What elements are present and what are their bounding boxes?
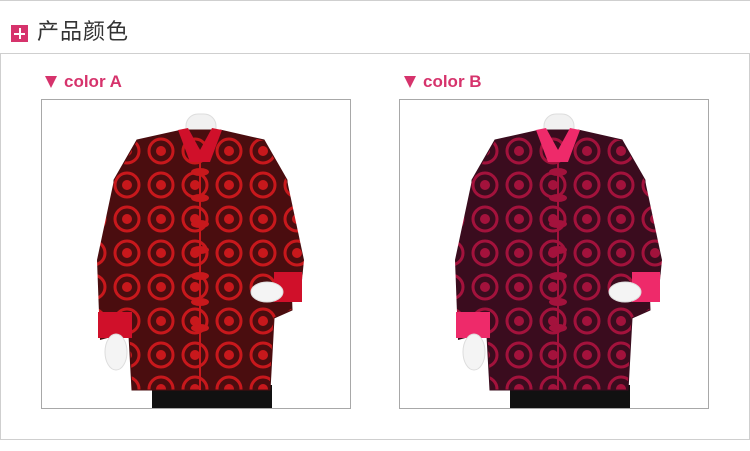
triangle-down-icon	[404, 75, 416, 88]
plus-icon	[11, 25, 28, 42]
variant-a-label: color A	[45, 72, 122, 92]
variant-b-image[interactable]	[399, 99, 709, 409]
section-header: 产品颜色	[0, 0, 750, 54]
jacket-photo	[455, 113, 662, 408]
variant-b-label: color B	[404, 72, 482, 92]
variant-a-image[interactable]	[41, 99, 351, 409]
triangle-down-icon	[45, 75, 57, 88]
section-title: 产品颜色	[37, 20, 130, 45]
jacket-photo	[97, 113, 304, 408]
variant-a-label-text: color A	[64, 72, 122, 91]
variant-b-label-text: color B	[423, 72, 482, 91]
